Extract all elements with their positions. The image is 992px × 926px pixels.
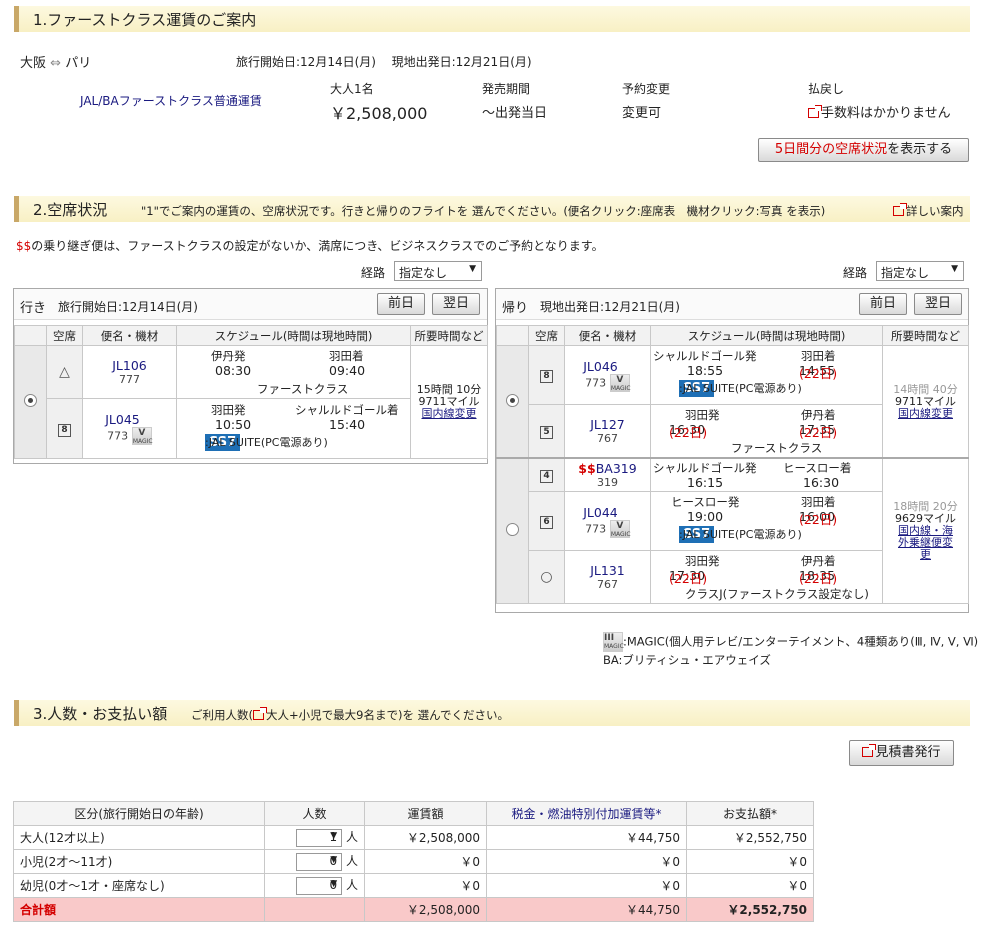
section-1-header: 1.ファーストクラス運賃のご案内 <box>14 6 970 32</box>
section-2-header: 2.空席状況 "1"でご案内の運賃の、空席状況です。行きと帰りのフライトを 選ん… <box>14 196 970 222</box>
refund-link[interactable]: 手数料はかかりません <box>808 102 951 121</box>
fare-name: JAL/BAファーストクラス普通運賃 <box>80 94 262 108</box>
section-1-title: 1.ファーストクラス運賃のご案内 <box>33 11 257 29</box>
inbound-option-1-radio[interactable] <box>506 393 519 407</box>
flight-number-link[interactable]: JL106 <box>84 358 176 373</box>
aircraft-link[interactable]: 777 <box>84 373 176 386</box>
chevron-down-icon: ▼ <box>330 854 338 865</box>
outbound-flight-table: 空席 便名・機材 スケジュール(時間は現地時間) 所要時間など △ JL106 … <box>14 325 488 459</box>
route: 大阪 ⇔ パリ <box>20 52 91 71</box>
inbound-date: 現地出発日:12月21日(月) <box>540 300 680 314</box>
legend: III MAGIC:MAGIC(個人用テレビ/エンターテイメント、4種類あり(Ⅲ,… <box>603 632 979 667</box>
outbound-option-radio[interactable] <box>24 394 37 407</box>
outbound-date: 旅行開始日:12月14日(月) <box>58 300 198 314</box>
external-link-icon <box>808 105 822 118</box>
adult-count-select[interactable]: 1 ▼ <box>296 828 343 847</box>
aircraft-link[interactable]: 773 <box>585 376 606 389</box>
section-3-header: 3.人数・お支払い額 ご利用人数(大人+小児で最大9名まで)を 選んでください。 <box>14 700 970 726</box>
outbound-route-select[interactable]: 指定なし ▼ <box>394 261 482 281</box>
fare-col-refund: 払戻し 手数料はかかりません <box>808 82 951 121</box>
route-from: 大阪 <box>20 56 47 71</box>
domestic-change-link[interactable]: 国内線変更 <box>884 407 968 420</box>
inbound-route-label: 経路 <box>843 266 868 280</box>
seat-status: △ <box>59 364 70 380</box>
pricing-row-adult: 大人(12才以上) 1 ▼ 人 ￥2,508,000 ￥44,750 ￥2,552… <box>13 825 814 850</box>
inbound-title: 帰り <box>502 301 529 316</box>
fare-col-sales: 発売期間 ～出発当日 <box>482 82 548 121</box>
external-link-icon <box>862 744 877 757</box>
magic-iii-icon: III MAGIC <box>603 632 624 652</box>
roundtrip-icon: ⇔ <box>50 56 62 71</box>
details-link[interactable]: 詳しい案内 <box>893 203 964 219</box>
chevron-down-icon: ▼ <box>330 830 338 841</box>
domestic-intl-change-link[interactable]: 国内線・海 外乗継便変更 <box>884 525 968 561</box>
flight-number-link[interactable]: JL046 <box>566 359 650 374</box>
domestic-change-link[interactable]: 国内線変更 <box>412 408 487 420</box>
infant-count-select[interactable]: 0 ▼ <box>296 876 343 895</box>
return-date: 12月21日(月) <box>455 55 532 69</box>
outbound-next-day-button[interactable]: 翌日 <box>432 293 480 315</box>
issue-quote-button[interactable]: 見積書発行 <box>849 740 954 766</box>
magic-v-icon: V MAGIC <box>131 427 153 445</box>
inbound-route-select[interactable]: 指定なし ▼ <box>876 261 964 281</box>
section-3-title: 3.人数・お支払い額 <box>33 705 168 723</box>
section-2-instruction: "1"でご案内の運賃の、空席状況です。行きと帰りのフライトを 選んでください。(… <box>141 204 826 218</box>
aircraft-link[interactable]: 773 <box>585 522 606 535</box>
aircraft-link[interactable]: 319 <box>566 476 650 489</box>
inbound-next-day-button[interactable]: 翌日 <box>914 293 962 315</box>
flight-number-link[interactable]: JL127 <box>566 417 650 432</box>
inbound-flight-table: 空席 便名・機材 スケジュール(時間は現地時間) 所要時間など 8 JL046 … <box>496 325 969 604</box>
magic-v-icon: V MAGIC <box>609 373 631 392</box>
flight-number-link[interactable]: BA319 <box>596 461 637 476</box>
pricing-total-row: 合計額 ￥2,508,000 ￥44,750 ￥2,552,750 <box>13 897 814 922</box>
outbound-prev-day-button[interactable]: 前日 <box>377 293 425 315</box>
seat-count: 8 <box>58 423 71 437</box>
inbound-panel: 帰り 現地出発日:12月21日(月) 前日 翌日 空席 便名・機材 スケジュール… <box>495 288 969 613</box>
inbound-option-2-radio[interactable] <box>506 523 519 536</box>
fare-col-adult: 大人1名 ￥2,508,000 <box>330 82 428 123</box>
child-count-select[interactable]: 0 ▼ <box>296 852 343 871</box>
flight-number-link[interactable]: JL044 <box>566 505 650 520</box>
flight-number-link[interactable]: JL131 <box>566 563 650 578</box>
chevron-down-icon: ▼ <box>951 264 958 274</box>
aircraft-link[interactable]: 767 <box>566 432 650 445</box>
external-link-icon <box>893 203 907 216</box>
external-link-icon <box>253 707 267 720</box>
connection-notice: $$の乗り継ぎ便は、ファーストクラスの設定がないか、満席につき、ビジネスクラスで… <box>16 239 604 253</box>
fare-col-change: 予約変更 変更可 <box>622 82 671 121</box>
flight-row: 8 JL046 773 V MAGIC シャルルドゴール発 羽田着 18:55 1… <box>496 345 969 459</box>
outbound-panel: 行き 旅行開始日:12月14日(月) 前日 翌日 空席 便名・機材 スケジュール… <box>13 288 488 464</box>
magic-v-icon: V MAGIC <box>609 519 631 538</box>
outbound-title: 行き <box>20 301 47 316</box>
max-passengers-link[interactable]: 大人+小児で最大9名まで <box>253 707 398 722</box>
chevron-down-icon: ▼ <box>469 264 476 274</box>
aircraft-link[interactable]: 767 <box>566 578 650 591</box>
pricing-row-child: 小児(2才～11才) 0 ▼ 人 ￥0 ￥0 ￥0 <box>13 849 814 874</box>
chevron-down-icon: ▼ <box>330 878 338 889</box>
route-to: パリ <box>65 56 92 71</box>
pricing-table: 区分(旅行開始日の年齢) 人数 運賃額 税金・燃油特別付加運賃等* お支払額* … <box>13 801 814 922</box>
show-5day-availability-button[interactable]: 5日間分の空席状況を表示する <box>758 138 969 162</box>
pricing-row-infant: 幼児(0才～1才・座席なし) 0 ▼ 人 ￥0 ￥0 ￥0 <box>13 873 814 898</box>
inbound-prev-day-button[interactable]: 前日 <box>859 293 907 315</box>
flight-row: 4 $$BA319 319 シャルルドゴール発 ヒースロー着 16:15 16:… <box>496 457 969 604</box>
outbound-route-label: 経路 <box>361 266 386 280</box>
aircraft-link[interactable]: 773 <box>107 430 128 443</box>
flight-row: △ JL106 777 伊丹発 羽田着 08:30 09:40 ファーストクラス… <box>14 345 488 459</box>
flight-number-link[interactable]: JL045 <box>84 412 176 427</box>
fare-amount: ￥2,508,000 <box>330 104 428 123</box>
depart-date: 12月14日(月) <box>300 55 376 69</box>
travel-dates: 旅行開始日:12月14日(月) 現地出発日:12月21日(月) <box>236 55 532 69</box>
section-2-title: 2.空席状況 <box>33 201 108 219</box>
